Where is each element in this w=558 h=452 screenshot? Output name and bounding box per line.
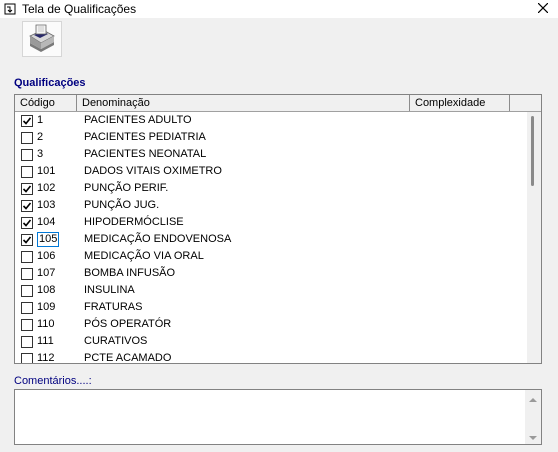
table-row[interactable]: 111 CURATIVOS [15,333,527,350]
row-code[interactable]: 103 [37,199,55,211]
comments-label: Comentários....: [14,375,92,387]
scroll-up-arrow-icon[interactable] [529,394,537,402]
table-row[interactable]: 105 MEDICAÇÃO ENDOVENOSA [15,231,527,248]
table-row[interactable]: 2 PACIENTES PEDIATRIA [15,129,527,146]
table-row[interactable]: 3 PACIENTES NEONATAL [15,146,527,163]
row-name[interactable]: PÓS OPERATÓR [84,318,171,330]
column-header-name[interactable]: Denominação [77,95,410,111]
row-code[interactable]: 101 [37,165,55,177]
row-code[interactable]: 107 [37,267,55,279]
row-code[interactable]: 110 [37,318,55,330]
checkmark-icon [22,185,32,193]
row-name[interactable]: INSULINA [84,284,135,296]
row-name[interactable]: PCTE ACAMADO [84,352,171,363]
comments-scrollbar[interactable] [525,390,541,444]
row-checkbox[interactable] [21,115,33,127]
row-name[interactable]: FRATURAS [84,301,142,313]
row-code[interactable]: 108 [37,284,55,296]
row-code[interactable]: 104 [37,216,55,228]
row-name[interactable]: MEDICAÇÃO ENDOVENOSA [84,233,231,245]
qualifications-label: Qualificações [14,77,86,89]
row-code[interactable]: 102 [37,182,55,194]
column-header-code[interactable]: Código [15,95,77,111]
table-row[interactable]: 110 PÓS OPERATÓR [15,316,527,333]
row-checkbox[interactable] [21,251,33,263]
table-row[interactable]: 1 PACIENTES ADULTO [15,112,527,129]
row-name[interactable]: PUNÇÃO JUG. [84,199,159,211]
table-row[interactable]: 108 INSULINA [15,282,527,299]
column-header-complexity[interactable]: Complexidade [410,95,510,111]
title-bar: Tela de Qualificações [0,0,558,18]
row-name[interactable]: HIPODERMÓCLISE [84,216,184,228]
checkmark-icon [22,117,32,125]
row-checkbox[interactable] [21,132,33,144]
row-checkbox[interactable] [21,200,33,212]
checkmark-icon [22,236,32,244]
table-row[interactable]: 103 PUNÇÃO JUG. [15,197,527,214]
table-row[interactable]: 109 FRATURAS [15,299,527,316]
row-name[interactable]: BOMBA INFUSÃO [84,267,175,279]
row-code[interactable]: 111 [37,335,54,347]
row-checkbox[interactable] [21,302,33,314]
grid-rows: 1 PACIENTES ADULTO 2 PACIENTES PEDIATRIA 3 PA… [15,112,527,363]
row-name[interactable]: PACIENTES ADULTO [84,114,192,126]
table-row[interactable]: 112 PCTE ACAMADO [15,350,527,363]
row-checkbox[interactable] [21,217,33,229]
floppy-disk-icon [27,23,57,56]
row-code[interactable]: 1 [37,114,43,126]
row-name[interactable]: CURATIVOS [84,335,147,347]
window-title: Tela de Qualificações [22,2,137,16]
row-code[interactable]: 3 [37,148,43,160]
close-icon [537,2,549,16]
table-row[interactable]: 102 PUNÇÃO PERIF. [15,180,527,197]
table-row[interactable]: 107 BOMBA INFUSÃO [15,265,527,282]
row-code[interactable]: 112 [37,352,55,363]
qualifications-grid[interactable]: Código Denominação Complexidade 1 PACIENT… [14,94,542,364]
row-name[interactable]: PACIENTES PEDIATRIA [84,131,206,143]
row-code[interactable]: 106 [37,250,55,262]
row-checkbox[interactable] [21,234,33,246]
scrollbar-thumb[interactable] [531,116,534,186]
row-name[interactable]: DADOS VITAIS OXIMETRO [84,165,222,177]
row-name[interactable]: PUNÇÃO PERIF. [84,182,168,194]
row-checkbox[interactable] [21,149,33,161]
row-checkbox[interactable] [21,353,33,363]
checkmark-icon [22,219,32,227]
table-row[interactable]: 104 HIPODERMÓCLISE [15,214,527,231]
table-row[interactable]: 106 MEDICAÇÃO VIA ORAL [15,248,527,265]
row-name[interactable]: PACIENTES NEONATAL [84,148,206,160]
row-checkbox[interactable] [21,268,33,280]
row-checkbox[interactable] [21,319,33,331]
grid-vertical-scrollbar[interactable] [527,112,541,363]
row-checkbox[interactable] [21,285,33,297]
row-code[interactable]: 105 [37,232,60,247]
table-row[interactable]: 101 DADOS VITAIS OXIMETRO [15,163,527,180]
window-app-icon [4,3,16,15]
close-button[interactable] [528,0,558,18]
row-code[interactable]: 2 [37,131,43,143]
scroll-down-arrow-icon[interactable] [529,432,537,440]
row-checkbox[interactable] [21,183,33,195]
row-checkbox[interactable] [21,336,33,348]
grid-header: Código Denominação Complexidade [15,95,541,112]
row-checkbox[interactable] [21,166,33,178]
row-code[interactable]: 109 [37,301,55,313]
row-name[interactable]: MEDICAÇÃO VIA ORAL [84,250,204,262]
save-button[interactable] [22,21,62,57]
checkmark-icon [22,202,32,210]
comments-field[interactable] [14,389,542,445]
